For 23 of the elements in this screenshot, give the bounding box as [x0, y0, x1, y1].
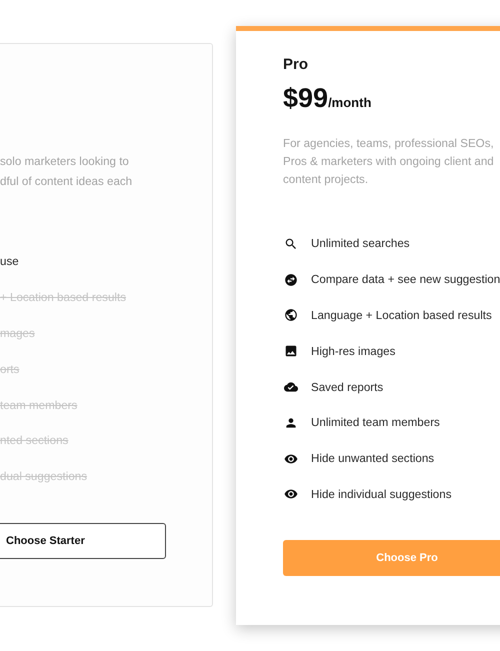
choose-plan-button[interactable]: Choose Starter: [0, 522, 166, 559]
feature-text: Saved reports: [311, 380, 384, 394]
plan-description: For agencies, teams, professional SEOs, Pros & marketers with ongoing client and content projects.: [283, 136, 495, 188]
feature-text: + Location based results: [0, 291, 126, 304]
plan-name: Pro: [283, 55, 310, 75]
feature-text: use: [0, 255, 19, 268]
feature-text: Unlimited team members: [311, 416, 440, 430]
feature-text: nted sections: [0, 434, 68, 448]
feature-text: High-res images: [311, 344, 396, 358]
plan-description: solo marketers looking to dful of content ideas each: [0, 154, 134, 190]
feature-text: Unlimited searches: [311, 237, 410, 250]
feature-text: dual suggestions: [0, 470, 88, 484]
feature-text: orts: [0, 362, 20, 376]
feature-text: Hide individual suggestions: [311, 488, 452, 501]
feature-text: Compare data + see new suggestion: [311, 273, 500, 286]
feature-text: team members: [0, 398, 78, 412]
feature-text: Language + Location based results: [311, 308, 492, 322]
feature-text: mages: [0, 326, 35, 340]
globe-icon: [283, 307, 299, 324]
feature-text: Hide unwanted sections: [311, 452, 434, 466]
image-icon: [283, 343, 299, 360]
plan-price: $99: [283, 82, 328, 115]
price-period: /month: [328, 95, 372, 110]
